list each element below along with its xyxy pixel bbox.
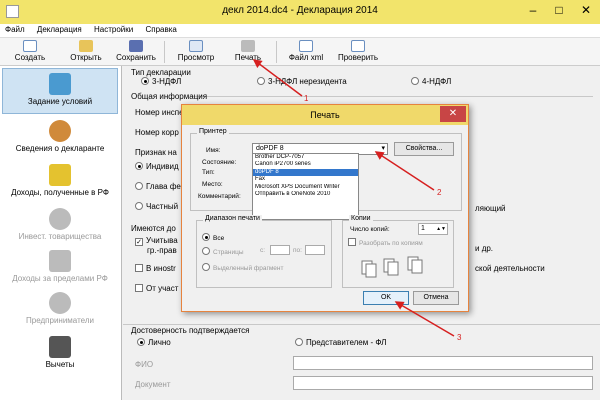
- annotation-arrows: [252, 59, 455, 337]
- annotation-2: 2: [437, 188, 442, 197]
- arrow-3: [394, 301, 455, 337]
- arrow-1: [252, 59, 303, 97]
- annotation-3: 3: [457, 333, 462, 342]
- arrow-2: [374, 151, 435, 191]
- annotation-1: 1: [304, 94, 309, 103]
